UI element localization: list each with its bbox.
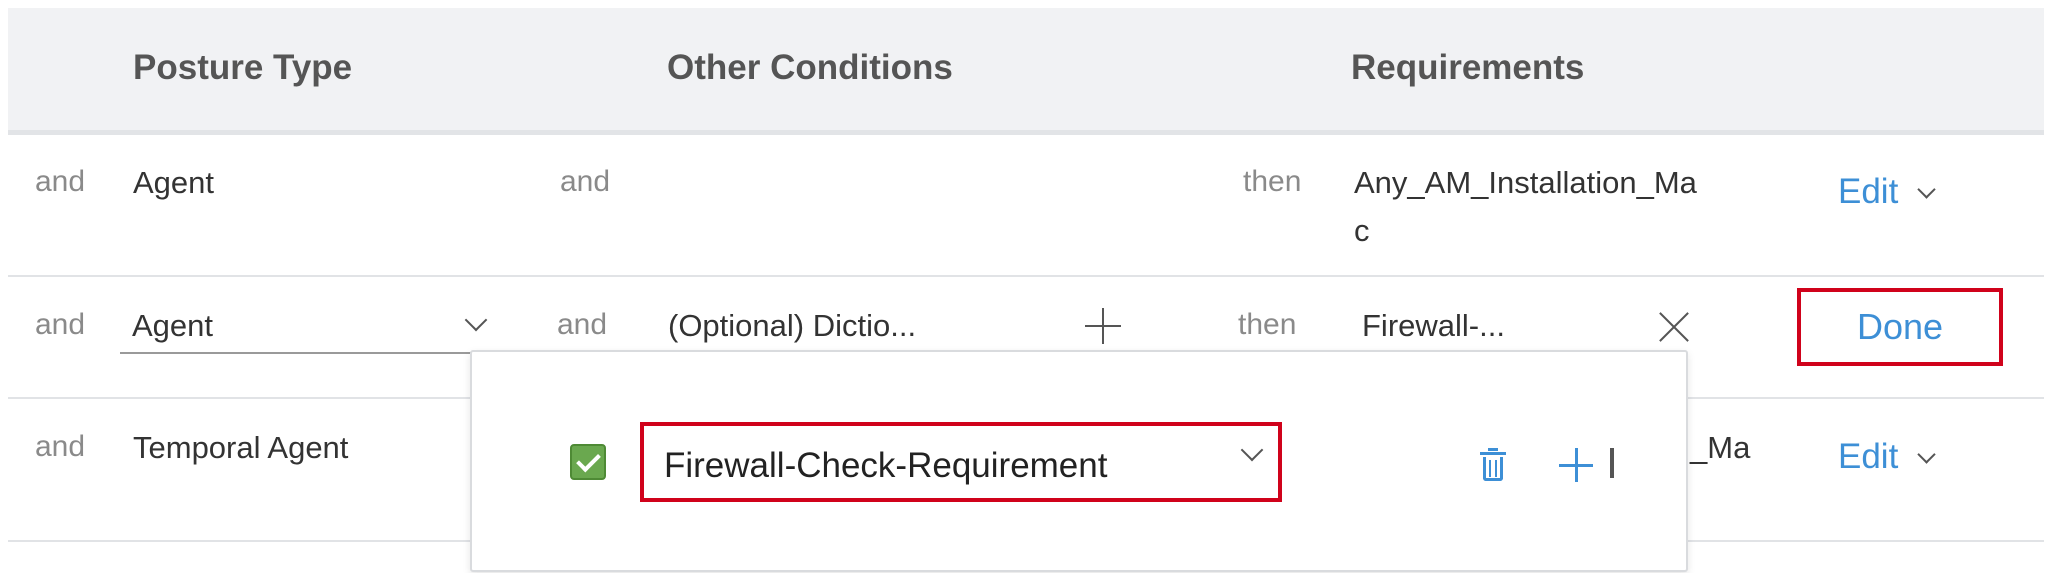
clear-icon[interactable] [1658, 311, 1690, 343]
done-button-highlight[interactable]: Done [1797, 288, 2003, 366]
row-connector-then: then [1243, 165, 1302, 198]
row-connector-and: and [35, 430, 86, 463]
requirement-value-wrap: c [1354, 213, 1370, 248]
row-connector-then: then [1238, 308, 1297, 341]
checkmark-icon [576, 447, 601, 473]
header-other-conditions: Other Conditions [667, 48, 953, 87]
edit-label: Edit [1838, 437, 1899, 476]
edit-label: Edit [1838, 172, 1899, 211]
requirement-select-value: Firewall-Check-Requirement [664, 446, 1108, 485]
row-divider [8, 275, 2044, 277]
add-requirement-plus-icon[interactable] [1559, 448, 1593, 482]
posture-type-select-value: Agent [132, 308, 214, 343]
row-connector-and: and [35, 308, 86, 341]
requirement-select-highlight[interactable]: Firewall-Check-Requirement [640, 422, 1282, 502]
requirement-value: Any_AM_Installation_Ma [1354, 165, 1697, 200]
text-cursor-icon [1610, 448, 1614, 478]
requirement-checkbox[interactable] [570, 444, 606, 480]
header-requirements: Requirements [1351, 48, 1585, 87]
posture-type-value: Temporal Agent [133, 430, 349, 465]
chevron-down-icon[interactable] [1917, 444, 1937, 464]
header-posture-type: Posture Type [133, 48, 353, 87]
row-connector-and: and [35, 165, 86, 198]
posture-type-value: Agent [133, 165, 215, 200]
row-connector-and: and [560, 165, 611, 198]
requirements-popup: Firewall-Check-Requirement [470, 350, 1688, 572]
posture-type-select[interactable]: Agent [120, 300, 498, 354]
trash-icon[interactable] [1480, 448, 1506, 482]
requirement-value-partial: _Ma [1690, 430, 1751, 465]
chevron-down-icon[interactable] [1240, 438, 1264, 462]
add-condition-plus-icon[interactable] [1085, 308, 1121, 344]
other-conditions-input[interactable]: (Optional) Dictio... [668, 308, 916, 344]
requirement-select[interactable]: Firewall-... [1362, 308, 1505, 344]
edit-button[interactable]: Edit [1838, 170, 1937, 214]
edit-button[interactable]: Edit [1838, 435, 1937, 479]
chevron-down-icon[interactable] [464, 308, 488, 332]
done-button[interactable]: Done [1857, 306, 1943, 348]
row-connector-and: and [557, 308, 608, 341]
chevron-down-icon[interactable] [1917, 179, 1937, 199]
